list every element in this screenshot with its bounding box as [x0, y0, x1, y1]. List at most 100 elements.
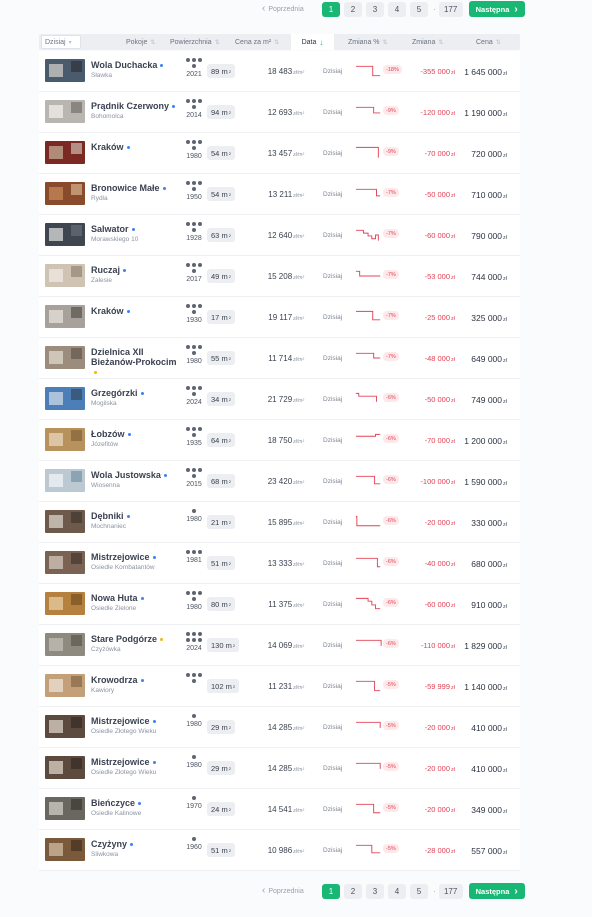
page-4-button[interactable]: 4: [388, 883, 406, 899]
listing-location[interactable]: Kraków: [91, 306, 181, 318]
change-percent-badge: -5%: [383, 680, 399, 689]
listing-row[interactable]: Kraków 1930 17 m 2 19 117zł/m² Dzisiaj -7% -25 …: [39, 297, 520, 338]
next-page-button[interactable]: Następna ›: [468, 1, 525, 17]
column-header-change[interactable]: Zmiana ⇅: [412, 34, 443, 50]
column-header-rooms[interactable]: Pokoje ⇅: [126, 34, 155, 50]
previous-page-link[interactable]: ‹ Poprzednia: [262, 886, 322, 896]
page-3-button[interactable]: 3: [366, 883, 384, 899]
listing-row[interactable]: Stare Podgórze Czyżówka 2024 130 m 2 14 069zł…: [39, 625, 520, 666]
previous-page-link[interactable]: ‹ Poprzednia: [262, 4, 322, 14]
photo-dark: [70, 266, 82, 277]
listing-row[interactable]: Łobzów Józefitów 1935 64 m 2 18 750zł/m² Dzisi…: [39, 420, 520, 461]
listing-location[interactable]: Bieńczyce Osiedle Kalinowe: [91, 798, 181, 817]
listing-photo[interactable]: [45, 387, 85, 410]
listing-row[interactable]: Bieńczyce Osiedle Kalinowe 1970 24 m 2 14 541…: [39, 789, 520, 830]
listing-row[interactable]: Dzielnica XII Bieżanów-ProkocimTeligi198…: [39, 338, 520, 386]
page-4-button[interactable]: 4: [388, 1, 406, 17]
area-value: 54: [211, 148, 220, 158]
listing-row[interactable]: Mistrzejowice Osiedle Kombatantów 1981 51 m…: [39, 543, 520, 584]
listing-location[interactable]: Czyżyny Sliwkowa: [91, 839, 181, 858]
price-history-sparkline: [355, 188, 381, 197]
listing-photo[interactable]: [45, 715, 85, 738]
listing-location[interactable]: Ruczaj Zalesie: [91, 265, 181, 284]
page-3-button[interactable]: 3: [366, 1, 384, 17]
listing-photo[interactable]: [45, 469, 85, 492]
listing-location[interactable]: Łobzów Józefitów: [91, 429, 181, 448]
listing-location[interactable]: Wola Justowska Wiosenna: [91, 470, 181, 489]
listing-photo[interactable]: [45, 305, 85, 328]
listing-location[interactable]: Stare Podgórze Czyżówka: [91, 634, 181, 653]
district-name-wrap: Bieńczyce: [91, 798, 181, 808]
price-per-m2: 14 069zł/m²: [249, 641, 304, 650]
listing-photo[interactable]: [45, 756, 85, 779]
last-page-button[interactable]: 177: [438, 883, 463, 899]
listing-photo[interactable]: [45, 182, 85, 205]
district-name-wrap: Ruczaj: [91, 265, 181, 275]
listing-row[interactable]: Ruczaj Zalesie 2017 49 m 2 15 208zł/m² Dzisiaj…: [39, 256, 520, 297]
listing-row[interactable]: Wola Justowska Wiosenna 2015 68 m 2 23 420zł/…: [39, 461, 520, 502]
listing-photo[interactable]: [45, 551, 85, 574]
listing-location[interactable]: Kraków: [91, 142, 181, 154]
listing-location[interactable]: Mistrzejowice Osiedle Kombatantów: [91, 552, 181, 571]
area-unit-sup: 2: [228, 396, 231, 402]
listing-photo[interactable]: [45, 633, 85, 656]
sparkline-path: [355, 352, 381, 359]
listing-row[interactable]: Grzegórzki Mogilska 2024 34 m 2 21 729zł/m² Dz…: [39, 379, 520, 420]
listing-price-unit: zł: [503, 153, 507, 159]
listing-row[interactable]: Wola Duchacka Sławka 2021 89 m 2 18 483zł/m² D…: [39, 51, 520, 92]
listing-row[interactable]: Czyżyny Sliwkowa 1960 51 m 2 10 986zł/m² Dzisi…: [39, 830, 520, 871]
district-name-wrap: Dębniki: [91, 511, 181, 521]
listing-location[interactable]: Prądnik Czerwony Bohomolca: [91, 101, 181, 120]
page-5-button[interactable]: 5: [410, 1, 428, 17]
column-header-price[interactable]: Cena ⇅: [476, 34, 501, 50]
listing-photo[interactable]: [45, 100, 85, 123]
next-page-button[interactable]: Następna ›: [468, 883, 525, 899]
listing-photo[interactable]: [45, 141, 85, 164]
page-1-button[interactable]: 1: [322, 1, 340, 17]
price-change-value: -50 000: [424, 190, 451, 199]
date-filter-select[interactable]: Dzisiaj ▾: [41, 35, 81, 49]
price-history-sparkline: [355, 270, 381, 277]
page-5-button[interactable]: 5: [410, 883, 428, 899]
column-header-change-pct[interactable]: Zmiana % ⇅: [348, 34, 388, 50]
column-header-price-per-m2[interactable]: Cena za m² ⇅: [235, 34, 279, 50]
listing-photo[interactable]: [45, 510, 85, 533]
page-1-button[interactable]: 1: [322, 883, 340, 899]
page-2-button[interactable]: 2: [344, 883, 362, 899]
listing-row[interactable]: Bronowice Małe Rydla 1950 54 m 2 13 211zł/m² D…: [39, 174, 520, 215]
column-header-date[interactable]: Data ↓: [291, 34, 334, 50]
listing-photo[interactable]: [45, 674, 85, 697]
listing-photo[interactable]: [45, 797, 85, 820]
listing-location[interactable]: Salwator Morawskiego 10: [91, 224, 181, 243]
listing-photo[interactable]: [45, 264, 85, 287]
listing-row[interactable]: Prądnik Czerwony Bohomolca 2014 94 m 2 12 693…: [39, 92, 520, 133]
listing-row[interactable]: Kraków 1980 54 m 2 13 457zł/m² Dzisiaj -9% -70 …: [39, 133, 520, 174]
listing-photo[interactable]: [45, 346, 85, 369]
page-2-button[interactable]: 2: [344, 1, 362, 17]
listing-photo[interactable]: [45, 592, 85, 615]
listing-photo[interactable]: [45, 428, 85, 451]
listing-row[interactable]: Salwator Morawskiego 10 1928 63 m 2 12 640zł/…: [39, 215, 520, 256]
listing-location[interactable]: Wola Duchacka Sławka: [91, 60, 181, 79]
area-value: 54: [211, 189, 220, 199]
district-name-wrap: Bronowice Małe: [91, 183, 181, 193]
listing-location[interactable]: Mistrzejowice Osiedle Złotego Wieku: [91, 757, 181, 776]
listing-photo[interactable]: [45, 59, 85, 82]
listing-location[interactable]: Dębniki Mochnaniec: [91, 511, 181, 530]
listing-location[interactable]: Mistrzejowice Osiedle Złotego Wieku: [91, 716, 181, 735]
listing-location[interactable]: Bronowice Małe Rydla: [91, 183, 181, 202]
listing-photo[interactable]: [45, 223, 85, 246]
listing-location[interactable]: Krowodrza Kawiory: [91, 675, 181, 694]
column-header-area[interactable]: Powierzchnia ⇅: [170, 34, 220, 50]
last-page-button[interactable]: 177: [438, 1, 463, 17]
listing-row[interactable]: Krowodrza Kawiory 102 m 2 11 231zł/m² Dzisiaj…: [39, 666, 520, 707]
listing-row[interactable]: Nowa Huta Osiedle Zielone 1980 80 m 2 11 375z…: [39, 584, 520, 625]
listing-row[interactable]: Mistrzejowice Osiedle Złotego Wieku 1980 29…: [39, 748, 520, 789]
street-name: Sławka: [91, 72, 112, 79]
listing-photo[interactable]: [45, 838, 85, 861]
listing-price-unit: zł: [503, 358, 507, 364]
listing-location[interactable]: Grzegórzki Mogilska: [91, 388, 181, 407]
listing-location[interactable]: Nowa Huta Osiedle Zielone: [91, 593, 181, 612]
listing-row[interactable]: Mistrzejowice Osiedle Złotego Wieku 1980 29…: [39, 707, 520, 748]
listing-row[interactable]: Dębniki Mochnaniec 1980 21 m 2 15 895zł/m² Dzi…: [39, 502, 520, 543]
